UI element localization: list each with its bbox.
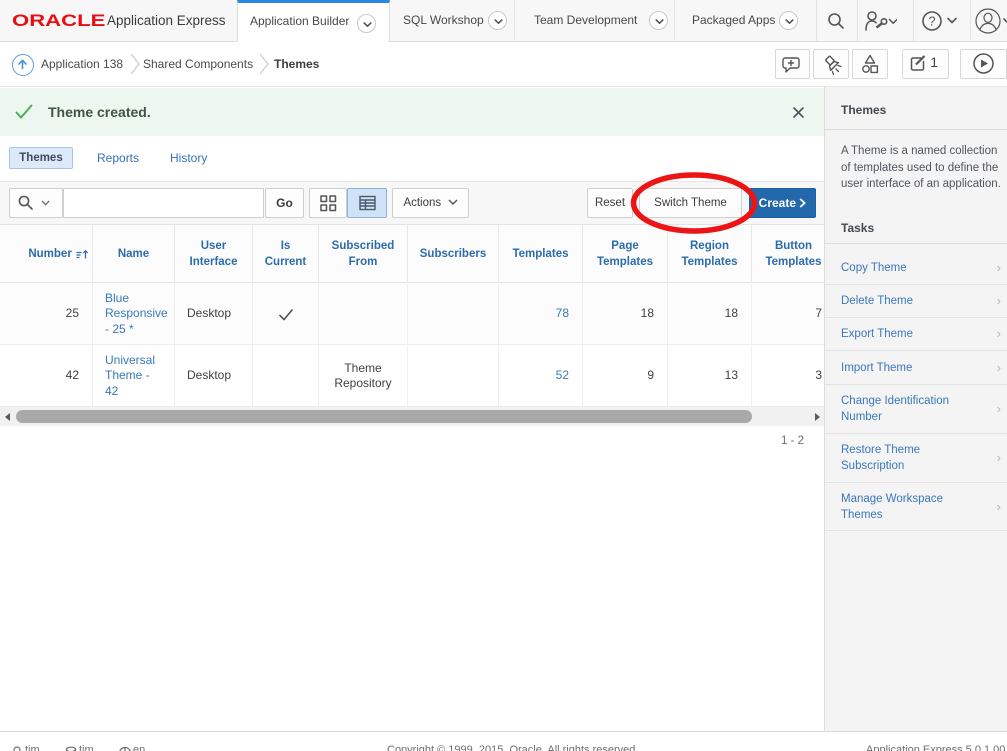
svg-text:?: ? — [929, 15, 936, 29]
